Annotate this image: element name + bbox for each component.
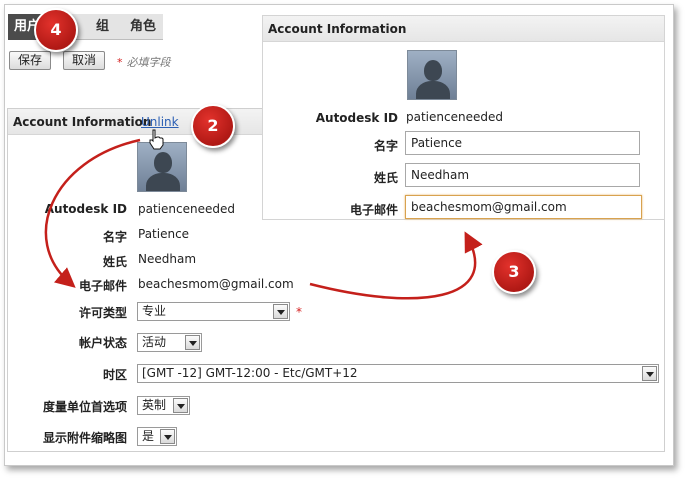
license-type-select[interactable]: 专业 xyxy=(137,302,290,321)
tab-groups[interactable]: 组 xyxy=(90,14,115,40)
required-star: * xyxy=(117,56,123,69)
last-name-label: 姓氏 xyxy=(102,255,127,269)
overlay-title: Account Information xyxy=(268,22,407,36)
cancel-button[interactable]: 取消 xyxy=(63,51,106,70)
email-input[interactable] xyxy=(405,195,642,219)
required-fields-note: * 必填字段 xyxy=(117,54,171,70)
timezone-value: [GMT -12] GMT-12:00 - Etc/GMT+12 xyxy=(142,366,358,380)
callout-2: 2 xyxy=(191,104,235,148)
autodesk-id-value: patienceneeded xyxy=(138,202,235,216)
last-name-input[interactable] xyxy=(405,163,640,187)
thumbnails-select[interactable]: 是 xyxy=(137,427,177,446)
license-required-star: * xyxy=(296,305,302,319)
unlink-link[interactable]: Unlink xyxy=(141,115,179,129)
chevron-down-icon[interactable] xyxy=(642,366,657,381)
last-name-value: Needham xyxy=(138,252,197,266)
units-select[interactable]: 英制 xyxy=(137,396,190,415)
email-label: 电子邮件 xyxy=(78,279,127,293)
callout-4: 4 xyxy=(34,8,78,52)
overlay-first-name-label: 名字 xyxy=(373,139,398,153)
chevron-down-icon[interactable] xyxy=(185,335,200,350)
chevron-down-icon[interactable] xyxy=(160,429,175,444)
callout-3: 3 xyxy=(492,250,536,294)
first-name-label: 名字 xyxy=(102,230,127,244)
account-status-label: 帐户状态 xyxy=(78,336,127,350)
overlay-last-name-label: 姓氏 xyxy=(373,171,398,185)
tab-bar: 用户 组 角色 xyxy=(8,14,163,40)
thumbnails-value: 是 xyxy=(142,429,155,443)
first-name-input[interactable] xyxy=(405,131,640,155)
hand-cursor-icon xyxy=(149,129,164,150)
autodesk-id-label: Autodesk ID xyxy=(44,202,127,216)
chevron-down-icon[interactable] xyxy=(273,304,288,319)
units-value: 英制 xyxy=(142,398,167,412)
license-type-value: 专业 xyxy=(142,304,167,318)
account-status-value: 活动 xyxy=(142,335,167,349)
required-note-text: 必填字段 xyxy=(126,56,171,69)
chevron-down-icon[interactable] xyxy=(173,398,188,413)
thumbnails-label: 显示附件缩略图 xyxy=(42,431,127,445)
timezone-label: 时区 xyxy=(102,368,127,382)
user-silhouette-icon xyxy=(407,50,457,100)
timezone-select[interactable]: [GMT -12] GMT-12:00 - Etc/GMT+12 xyxy=(137,364,659,383)
overlay-email-label: 电子邮件 xyxy=(349,203,398,217)
tab-roles[interactable]: 角色 xyxy=(124,14,162,40)
units-label: 度量单位首选项 xyxy=(42,400,127,414)
account-status-select[interactable]: 活动 xyxy=(137,333,202,352)
account-info-title: Account Information xyxy=(13,115,152,129)
save-button[interactable]: 保存 xyxy=(9,51,52,70)
overlay-autodesk-id-label: Autodesk ID xyxy=(315,111,398,125)
first-name-value: Patience xyxy=(138,227,190,241)
email-value: beachesmom@gmail.com xyxy=(138,277,294,291)
license-type-label: 许可类型 xyxy=(78,306,127,320)
overlay-autodesk-id-value: patienceneeded xyxy=(406,110,503,124)
